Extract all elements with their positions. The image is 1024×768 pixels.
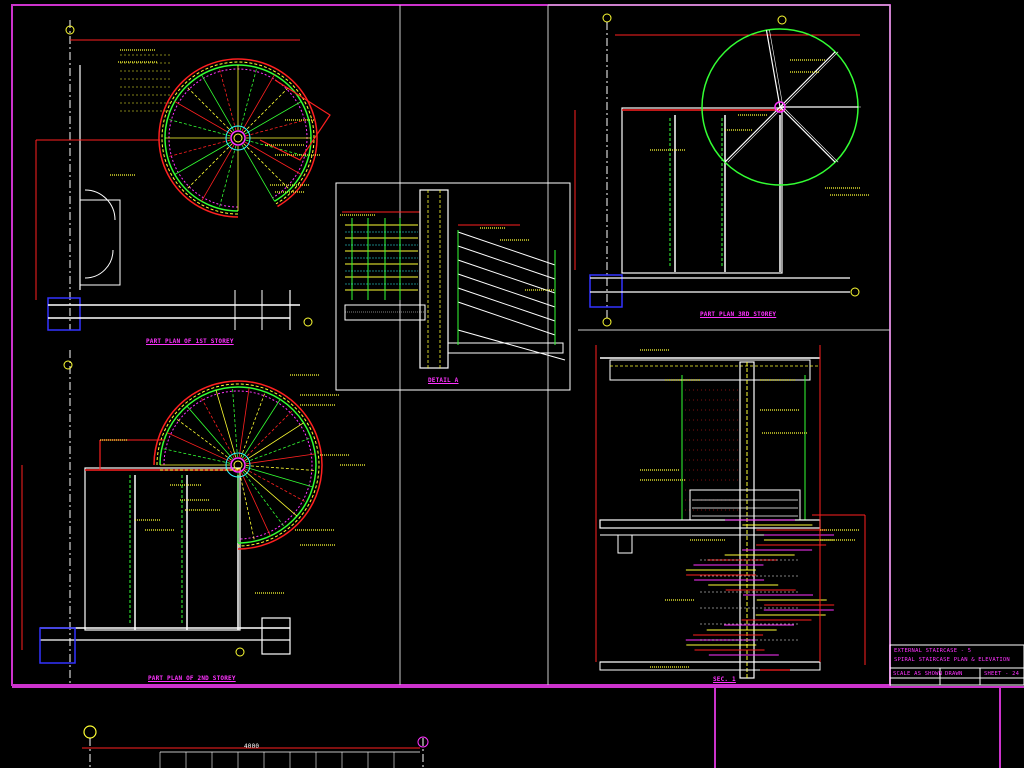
title-block-drawn: DRAWN <box>945 671 963 677</box>
detail-a-label: DETAIL A <box>428 377 459 384</box>
title-block-scale: SCALE AS SHOWN <box>893 671 943 677</box>
plan-1st-storey-title: PART PLAN OF 1ST STOREY <box>146 338 234 345</box>
cad-drawing-canvas <box>0 0 1024 768</box>
plan-3rd-storey-title: PART PLAN 3RD STOREY <box>700 311 777 318</box>
plan-2nd-storey-title: PART PLAN OF 2ND STOREY <box>148 675 236 682</box>
bottom-dimension-4000: 4000 <box>244 743 260 750</box>
title-block-line2: SPIRAL STAIRCASE PLAN & ELEVATION <box>894 657 1010 663</box>
title-block-sheet: SHEET - 24 <box>984 671 1020 677</box>
section-1-label: SEC. 1 <box>713 676 736 683</box>
title-block-line1: EXTERNAL STAIRCASE - 5 <box>894 648 972 654</box>
